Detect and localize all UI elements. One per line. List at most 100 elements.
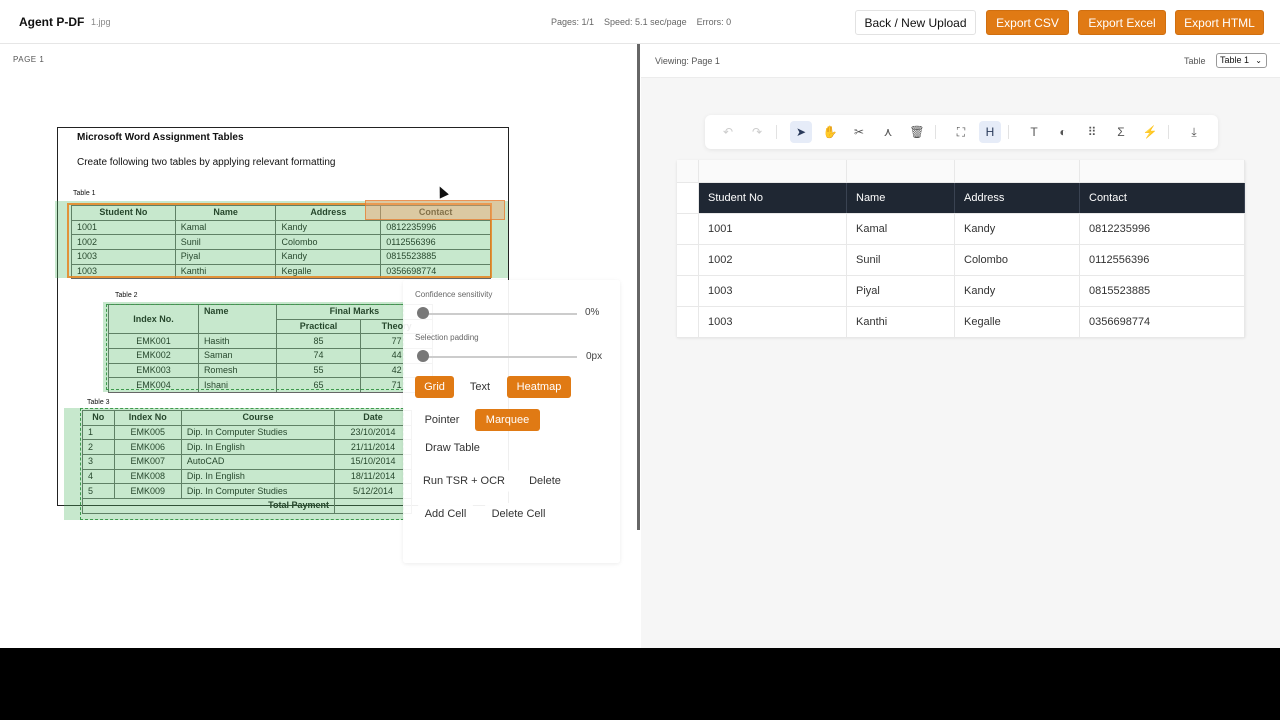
t3-header-cell: Index No bbox=[113, 410, 182, 426]
grid-cell[interactable]: Piyal bbox=[847, 276, 955, 306]
row-handle[interactable] bbox=[677, 183, 699, 213]
grid-cell[interactable]: 0815523885 bbox=[1080, 276, 1245, 306]
export-excel-button[interactable]: Export Excel bbox=[1078, 10, 1166, 35]
grid-cell[interactable]: 1003 bbox=[699, 276, 847, 306]
confidence-slider-track[interactable] bbox=[423, 313, 577, 315]
trash-icon[interactable]: 🗑 bbox=[906, 121, 928, 143]
speed-stat: Speed: 5.1 sec/page bbox=[604, 17, 687, 27]
row-handle[interactable] bbox=[677, 307, 699, 337]
scissors-icon[interactable]: ✂ bbox=[848, 121, 870, 143]
t3-cell: 21/11/2014 bbox=[334, 439, 412, 456]
grid-cell[interactable]: 0812235996 bbox=[1080, 214, 1245, 244]
back-upload-button[interactable]: Back / New Upload bbox=[855, 10, 976, 35]
grid-cell[interactable]: Kanthi bbox=[847, 307, 955, 337]
download-icon[interactable]: ⤓ bbox=[1183, 121, 1205, 143]
grid-cell[interactable]: 1001 bbox=[699, 214, 847, 244]
merge-icon[interactable]: ⋏ bbox=[877, 121, 899, 143]
select-icon[interactable]: ➤ bbox=[790, 121, 812, 143]
grid-header-cell[interactable]: Student No bbox=[699, 183, 847, 213]
run-tsr-ocr-button[interactable]: Run TSR + OCR bbox=[418, 470, 510, 492]
text-icon[interactable]: T bbox=[1023, 121, 1045, 143]
grid-row: 1003 Piyal Kandy 0815523885 bbox=[677, 276, 1245, 307]
toolbar-separator bbox=[1168, 125, 1169, 139]
t2-cell: EMK001 bbox=[108, 333, 199, 350]
grid-corner-cell[interactable] bbox=[677, 160, 699, 182]
pointer-tool-button[interactable]: Pointer bbox=[418, 409, 466, 431]
toolbar-separator bbox=[776, 125, 777, 139]
delete-button[interactable]: Delete bbox=[521, 470, 569, 492]
t3-cell: Dip. In Computer Studies bbox=[180, 483, 336, 500]
table-select-label: Table bbox=[1184, 56, 1206, 66]
t2-cell: 65 bbox=[275, 377, 362, 394]
t2-header-practical: Practical bbox=[275, 318, 362, 335]
t1-cell: 0112556396 bbox=[380, 234, 491, 251]
sum-icon[interactable]: Σ bbox=[1110, 121, 1132, 143]
t3-cell: 1 bbox=[82, 424, 115, 441]
export-csv-button[interactable]: Export CSV bbox=[986, 10, 1069, 35]
t1-cell: Kandy bbox=[275, 219, 382, 236]
grid-dots-icon[interactable]: ⠿ bbox=[1081, 121, 1103, 143]
grid-cell[interactable]: Sunil bbox=[847, 245, 955, 275]
t3-cell: Dip. In Computer Studies bbox=[180, 424, 336, 441]
padding-slider-knob[interactable] bbox=[417, 350, 429, 362]
marquee-tool-button[interactable]: Marquee bbox=[475, 409, 540, 431]
row-handle[interactable] bbox=[677, 276, 699, 306]
t2-cell: 85 bbox=[275, 333, 362, 350]
doc-subtitle: Create following two tables by applying … bbox=[77, 157, 336, 168]
grid-cell[interactable]: Kandy bbox=[955, 214, 1080, 244]
padding-label: Selection padding bbox=[415, 333, 479, 342]
grid-cell[interactable]: 0112556396 bbox=[1080, 245, 1245, 275]
text-mode-button[interactable]: Text bbox=[461, 376, 499, 398]
t3-cell: EMK009 bbox=[113, 483, 182, 500]
grid-row: 1003 Kanthi Kegalle 0356698774 bbox=[677, 307, 1245, 338]
add-cell-button[interactable]: Add Cell bbox=[418, 503, 473, 525]
undo-icon[interactable]: ↶ bbox=[717, 121, 739, 143]
grid-cell[interactable]: Kegalle bbox=[955, 307, 1080, 337]
column-handle[interactable] bbox=[847, 160, 955, 182]
hand-icon[interactable]: ✋ bbox=[819, 121, 841, 143]
pane-resize-handle[interactable] bbox=[637, 44, 640, 530]
fit-icon[interactable]: ⛶ bbox=[950, 121, 972, 143]
grid-header-cell[interactable]: Address bbox=[955, 183, 1080, 213]
t1-header-cell: Contact bbox=[380, 205, 491, 221]
draw-table-button[interactable]: Draw Table bbox=[418, 437, 487, 459]
errors-stat: Errors: 0 bbox=[696, 17, 732, 27]
grid-cell[interactable]: Colombo bbox=[955, 245, 1080, 275]
t1-cell: 1003 bbox=[71, 263, 176, 280]
column-handle[interactable] bbox=[1080, 160, 1245, 182]
page-label: PAGE 1 bbox=[13, 55, 45, 64]
redo-icon[interactable]: ↷ bbox=[746, 121, 768, 143]
table-select[interactable]: Table 1 ⌄ bbox=[1216, 53, 1267, 68]
header-icon[interactable]: H bbox=[979, 121, 1001, 143]
extracted-table-grid[interactable]: Student No Name Address Contact 1001 Kamal Kan… bbox=[677, 160, 1245, 338]
row-handle[interactable] bbox=[677, 245, 699, 275]
palette-icon[interactable]: ◐ bbox=[1052, 121, 1074, 143]
confidence-slider-knob[interactable] bbox=[417, 307, 429, 319]
grid-cell[interactable]: 1003 bbox=[699, 307, 847, 337]
pages-stat: Pages: 1/1 bbox=[551, 17, 595, 27]
t3-row: 1 EMK005 Dip. In Computer Studies 23/10/201… bbox=[82, 424, 412, 441]
grid-header-cell[interactable]: Name bbox=[847, 183, 955, 213]
t3-row: 3 EMK007 AutoCAD 15/10/2014 bbox=[82, 454, 412, 470]
grid-cell[interactable]: 0356698774 bbox=[1080, 307, 1245, 337]
magic-icon[interactable]: ⚡ bbox=[1139, 121, 1161, 143]
column-handle[interactable] bbox=[955, 160, 1080, 182]
grid-mode-button[interactable]: Grid bbox=[415, 376, 454, 398]
grid-header-cell[interactable]: Contact bbox=[1080, 183, 1245, 213]
heatmap-mode-button[interactable]: Heatmap bbox=[507, 376, 571, 398]
top-bar: Agent P-DF 1.jpg Pages: 1/1 Speed: 5.1 s… bbox=[0, 0, 1280, 44]
t1-cell: 1001 bbox=[71, 219, 176, 236]
t3-total-label: Total Payment bbox=[81, 498, 336, 514]
grid-cell[interactable]: Kandy bbox=[955, 276, 1080, 306]
row-handle[interactable] bbox=[677, 214, 699, 244]
padding-slider-track[interactable] bbox=[423, 356, 577, 358]
t3-header-cell: Date bbox=[334, 410, 412, 426]
t1-header-cell: Address bbox=[275, 205, 382, 221]
column-handle[interactable] bbox=[699, 160, 847, 182]
delete-cell-button[interactable]: Delete Cell bbox=[485, 503, 552, 525]
grid-column-handles-row[interactable] bbox=[677, 160, 1245, 183]
grid-cell[interactable]: 1002 bbox=[699, 245, 847, 275]
grid-cell[interactable]: Kamal bbox=[847, 214, 955, 244]
t3-cell: 5 bbox=[82, 483, 115, 500]
export-html-button[interactable]: Export HTML bbox=[1175, 10, 1264, 35]
